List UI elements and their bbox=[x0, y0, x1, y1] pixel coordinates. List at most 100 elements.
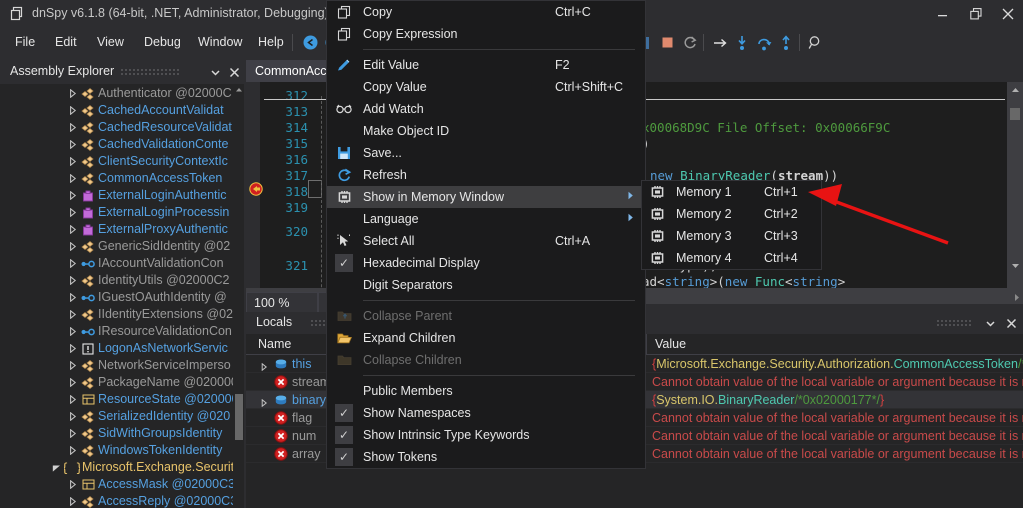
scroll-up-icon[interactable] bbox=[233, 84, 244, 95]
tree-item[interactable]: IResourceValidationCon bbox=[0, 323, 244, 340]
tree-item[interactable]: IGuestOAuthIdentity @ bbox=[0, 289, 244, 306]
column-header-value[interactable]: Value bbox=[647, 334, 686, 354]
menu-item-show-namespaces[interactable]: ✓ Show Namespaces bbox=[327, 402, 645, 424]
tree-item[interactable]: ExternalLoginAuthentic bbox=[0, 187, 244, 204]
close-button[interactable] bbox=[993, 0, 1023, 28]
menu-item-save[interactable]: Save... bbox=[327, 142, 645, 164]
tree-item[interactable]: AccessMask @02000C3 bbox=[0, 476, 244, 493]
submenu-item-memory-2[interactable]: Memory 2 Ctrl+2 bbox=[642, 203, 821, 225]
chevron-right-icon[interactable] bbox=[67, 136, 77, 153]
menu-item-make-object-id[interactable]: Make Object ID bbox=[327, 120, 645, 142]
step-into-icon[interactable] bbox=[732, 33, 752, 52]
tree-scroll-thumb[interactable] bbox=[235, 394, 243, 440]
column-header-name[interactable]: Name bbox=[250, 334, 291, 354]
chevron-right-icon[interactable] bbox=[67, 255, 77, 272]
tree-item[interactable]: GenericSidIdentity @02 bbox=[0, 238, 244, 255]
tree-item[interactable]: WindowsTokenIdentity bbox=[0, 442, 244, 459]
scroll-up-icon[interactable] bbox=[1007, 82, 1023, 98]
menu-item-show-tokens[interactable]: ✓ Show Tokens bbox=[327, 446, 645, 468]
step-out-icon[interactable] bbox=[776, 33, 796, 52]
memory-window-submenu[interactable]: Memory 1 Ctrl+1 Memory 2 Ctrl+2 Memory 3 Ctrl… bbox=[641, 180, 822, 270]
menu-item-copy-value[interactable]: Copy Value Ctrl+Shift+C bbox=[327, 76, 645, 98]
tree-scrollbar[interactable] bbox=[233, 84, 244, 508]
menu-window[interactable]: Window bbox=[189, 28, 251, 56]
close-icon[interactable] bbox=[1003, 314, 1019, 332]
tree-item[interactable]: CachedAccountValidat bbox=[0, 102, 244, 119]
submenu-item-memory-1[interactable]: Memory 1 Ctrl+1 bbox=[642, 181, 821, 203]
chevron-right-icon[interactable] bbox=[67, 493, 77, 508]
scroll-down-icon[interactable] bbox=[1007, 257, 1023, 273]
chevron-right-icon[interactable] bbox=[67, 289, 77, 306]
menu-item-copy-expression[interactable]: Copy Expression bbox=[327, 23, 645, 45]
menu-view[interactable]: View bbox=[88, 28, 133, 56]
tree-item[interactable]: ExternalProxyAuthentic bbox=[0, 221, 244, 238]
menu-item-language[interactable]: Language bbox=[327, 208, 645, 230]
panel-drag-grip[interactable] bbox=[120, 68, 180, 76]
menu-file[interactable]: File bbox=[6, 28, 44, 56]
restart-icon[interactable] bbox=[680, 33, 700, 52]
context-menu[interactable]: Copy Ctrl+C Copy Expression Edit Value F2 Cop… bbox=[326, 0, 646, 469]
menu-item-show-in-memory-window[interactable]: Show in Memory Window bbox=[327, 186, 645, 208]
menu-debug[interactable]: Debug bbox=[135, 28, 190, 56]
chevron-right-icon[interactable] bbox=[67, 153, 77, 170]
chevron-right-icon[interactable] bbox=[67, 85, 77, 102]
chevron-right-icon[interactable] bbox=[67, 204, 77, 221]
tree-item[interactable]: LogonAsNetworkServic bbox=[0, 340, 244, 357]
tree-item[interactable]: CachedResourceValidat bbox=[0, 119, 244, 136]
maximize-button[interactable] bbox=[959, 0, 993, 28]
chevron-down-icon[interactable] bbox=[51, 459, 61, 476]
scroll-right-icon[interactable] bbox=[1012, 291, 1021, 305]
menu-edit[interactable]: Edit bbox=[46, 28, 86, 56]
menu-item-digit-separators[interactable]: Digit Separators bbox=[327, 274, 645, 296]
menu-item-expand-children[interactable]: Expand Children bbox=[327, 327, 645, 349]
tree-item[interactable]: Authenticator @02000C bbox=[0, 85, 244, 102]
menu-help[interactable]: Help bbox=[249, 28, 293, 56]
menu-item-public-members[interactable]: Public Members bbox=[327, 380, 645, 402]
chevron-right-icon[interactable] bbox=[67, 442, 77, 459]
chevron-right-icon[interactable] bbox=[67, 425, 77, 442]
zoom-level-box[interactable]: 100 % bbox=[246, 292, 318, 314]
tab-commonaccesstoken[interactable]: CommonAcc bbox=[246, 60, 336, 82]
tree-item[interactable]: NetworkServiceImperso bbox=[0, 357, 244, 374]
chevron-right-icon[interactable] bbox=[67, 357, 77, 374]
code-line[interactable]: x00068D9C File Offset: 0x00066F9C bbox=[642, 120, 890, 135]
menu-item-add-watch[interactable]: Add Watch bbox=[327, 98, 645, 120]
chevron-right-icon[interactable] bbox=[67, 221, 77, 238]
chevron-right-icon[interactable] bbox=[67, 238, 77, 255]
tree-item[interactable]: ExternalLoginProcessin bbox=[0, 204, 244, 221]
stop-icon[interactable] bbox=[657, 33, 677, 52]
breakpoint-icon[interactable] bbox=[249, 182, 263, 199]
tree-item[interactable]: PackageName @020000 bbox=[0, 374, 244, 391]
code-line[interactable]: ad<string>(new Func<string> bbox=[642, 274, 845, 289]
chevron-down-icon[interactable] bbox=[207, 63, 223, 81]
tree-item[interactable]: ResourceState @020000 bbox=[0, 391, 244, 408]
submenu-item-memory-3[interactable]: Memory 3 Ctrl+3 bbox=[642, 225, 821, 247]
menu-item-refresh[interactable]: Refresh bbox=[327, 164, 645, 186]
chevron-right-icon[interactable] bbox=[67, 102, 77, 119]
chevron-right-icon[interactable] bbox=[67, 323, 77, 340]
tree-item[interactable]: IIdentityExtensions @02 bbox=[0, 306, 244, 323]
tree-item[interactable]: { }Microsoft.Exchange.Securit bbox=[0, 459, 244, 476]
minimize-button[interactable] bbox=[925, 0, 959, 28]
menu-item-select-all[interactable]: Select All Ctrl+A bbox=[327, 230, 645, 252]
editor-vertical-scrollbar[interactable] bbox=[1007, 82, 1023, 304]
tree-item[interactable]: CommonAccessToken bbox=[0, 170, 244, 187]
chevron-down-icon[interactable] bbox=[982, 314, 998, 332]
tree-item[interactable]: SerializedIdentity @020 bbox=[0, 408, 244, 425]
chevron-right-icon[interactable] bbox=[67, 170, 77, 187]
step-out-over-icon[interactable] bbox=[754, 33, 774, 52]
chevron-right-icon[interactable] bbox=[67, 340, 77, 357]
chevron-right-icon[interactable] bbox=[67, 306, 77, 323]
chevron-right-icon[interactable] bbox=[67, 187, 77, 204]
tree-item[interactable]: CachedValidationConte bbox=[0, 136, 244, 153]
submenu-item-memory-4[interactable]: Memory 4 Ctrl+4 bbox=[642, 247, 821, 269]
chevron-right-icon[interactable] bbox=[67, 272, 77, 289]
tree-item[interactable]: SidWithGroupsIdentity bbox=[0, 425, 244, 442]
close-icon[interactable] bbox=[226, 63, 242, 81]
editor-scroll-thumb[interactable] bbox=[1010, 108, 1020, 120]
menu-item-copy[interactable]: Copy Ctrl+C bbox=[327, 1, 645, 23]
tree-item[interactable]: IdentityUtils @02000C2 bbox=[0, 272, 244, 289]
tree-item[interactable]: AccessReply @02000C3 bbox=[0, 493, 244, 508]
search-icon[interactable] bbox=[806, 33, 826, 52]
chevron-right-icon[interactable] bbox=[67, 391, 77, 408]
